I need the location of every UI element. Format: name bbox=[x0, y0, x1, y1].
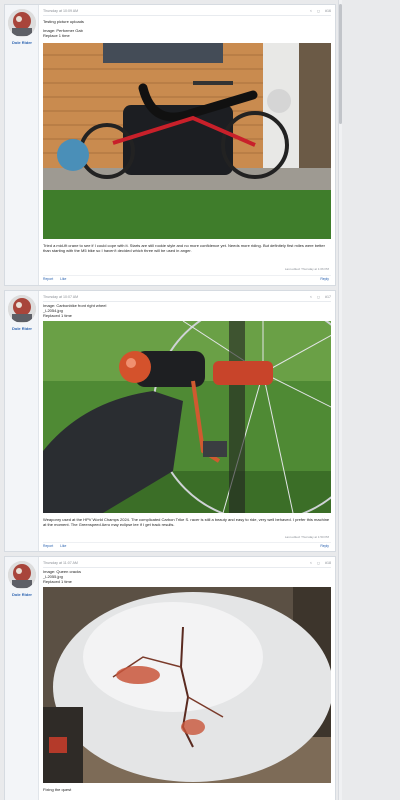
scrollbar[interactable] bbox=[338, 0, 342, 800]
avatar[interactable] bbox=[8, 561, 36, 589]
post-footer: Report Like Reply bbox=[43, 542, 331, 550]
post-body-text: Image: Queen cracks _L2055.jpg Replaced … bbox=[43, 569, 331, 584]
report-link[interactable]: Report bbox=[43, 277, 53, 281]
username[interactable]: Dole Rider bbox=[5, 326, 39, 331]
post-number[interactable]: #17 bbox=[325, 293, 331, 301]
share-icon[interactable]: < bbox=[310, 7, 312, 15]
reply-button[interactable]: Reply bbox=[320, 276, 329, 283]
post-header: Thursday at 10:09 AM < ◻ #16 bbox=[43, 7, 331, 16]
thread-page: Dole Rider Thursday at 10:09 AM < ◻ #16 … bbox=[0, 0, 400, 800]
post-timestamp[interactable]: Thursday at 11:07 AM bbox=[43, 561, 78, 565]
body-line: Replaced 1 time bbox=[43, 579, 72, 584]
bookmark-icon[interactable]: ◻ bbox=[317, 559, 320, 567]
bookmark-icon[interactable]: ◻ bbox=[317, 293, 320, 301]
post-photo-recumbent[interactable] bbox=[43, 43, 331, 239]
post-number[interactable]: #16 bbox=[325, 7, 331, 15]
post-caption: Tried a mid-fit crane to see if I could … bbox=[43, 243, 325, 253]
username[interactable]: Dole Rider bbox=[5, 592, 39, 597]
user-sidebar: Dole Rider bbox=[5, 291, 39, 551]
bookmark-icon[interactable]: ◻ bbox=[317, 7, 320, 15]
post-photo-trike-wheel[interactable] bbox=[43, 321, 331, 513]
report-link[interactable]: Report bbox=[43, 544, 53, 548]
last-edited: Last edited: Thursday at 1:06 PM bbox=[284, 267, 329, 271]
post-photo-fairing-crack[interactable] bbox=[43, 587, 331, 783]
post-body-text: Testing picture uploads Image: Performer… bbox=[43, 19, 331, 38]
last-edited: Last edited: Thursday at 1:50 PM bbox=[284, 535, 329, 539]
post-header: Thursday at 10:07 AM < ◻ #17 bbox=[43, 293, 331, 302]
post-timestamp[interactable]: Thursday at 10:09 AM bbox=[43, 9, 78, 13]
post-card: Dole Rider Thursday at 10:07 AM < ◻ #17 … bbox=[4, 290, 336, 552]
avatar[interactable] bbox=[8, 9, 36, 37]
post-body-text: Image: Carbonbike front right wheel _L20… bbox=[43, 303, 331, 318]
like-link[interactable]: Like bbox=[60, 544, 66, 548]
username[interactable]: Dole Rider bbox=[5, 40, 39, 45]
post-timestamp[interactable]: Thursday at 10:07 AM bbox=[43, 295, 78, 299]
post-card: Dole Rider Thursday at 11:07 AM < ◻ #18 … bbox=[4, 556, 336, 800]
avatar[interactable] bbox=[8, 295, 36, 323]
post-header: Thursday at 11:07 AM < ◻ #18 bbox=[43, 559, 331, 568]
post-caption: Fixing the quest bbox=[43, 787, 72, 792]
scrollbar-thumb[interactable] bbox=[339, 4, 342, 124]
post-caption: Weaponry used at the HPV World Champs 20… bbox=[43, 517, 330, 527]
post-card: Dole Rider Thursday at 10:09 AM < ◻ #16 … bbox=[4, 4, 336, 286]
user-sidebar: Dole Rider bbox=[5, 5, 39, 285]
share-icon[interactable]: < bbox=[310, 293, 312, 301]
body-line: Replace 1 time bbox=[43, 33, 70, 38]
post-footer: Report Like Reply bbox=[43, 275, 331, 283]
user-sidebar: Dole Rider bbox=[5, 557, 39, 800]
like-link[interactable]: Like bbox=[60, 277, 66, 281]
body-line: Replaced 1 time bbox=[43, 313, 72, 318]
reply-button[interactable]: Reply bbox=[320, 543, 329, 550]
post-number[interactable]: #18 bbox=[325, 559, 331, 567]
share-icon[interactable]: < bbox=[310, 559, 312, 567]
